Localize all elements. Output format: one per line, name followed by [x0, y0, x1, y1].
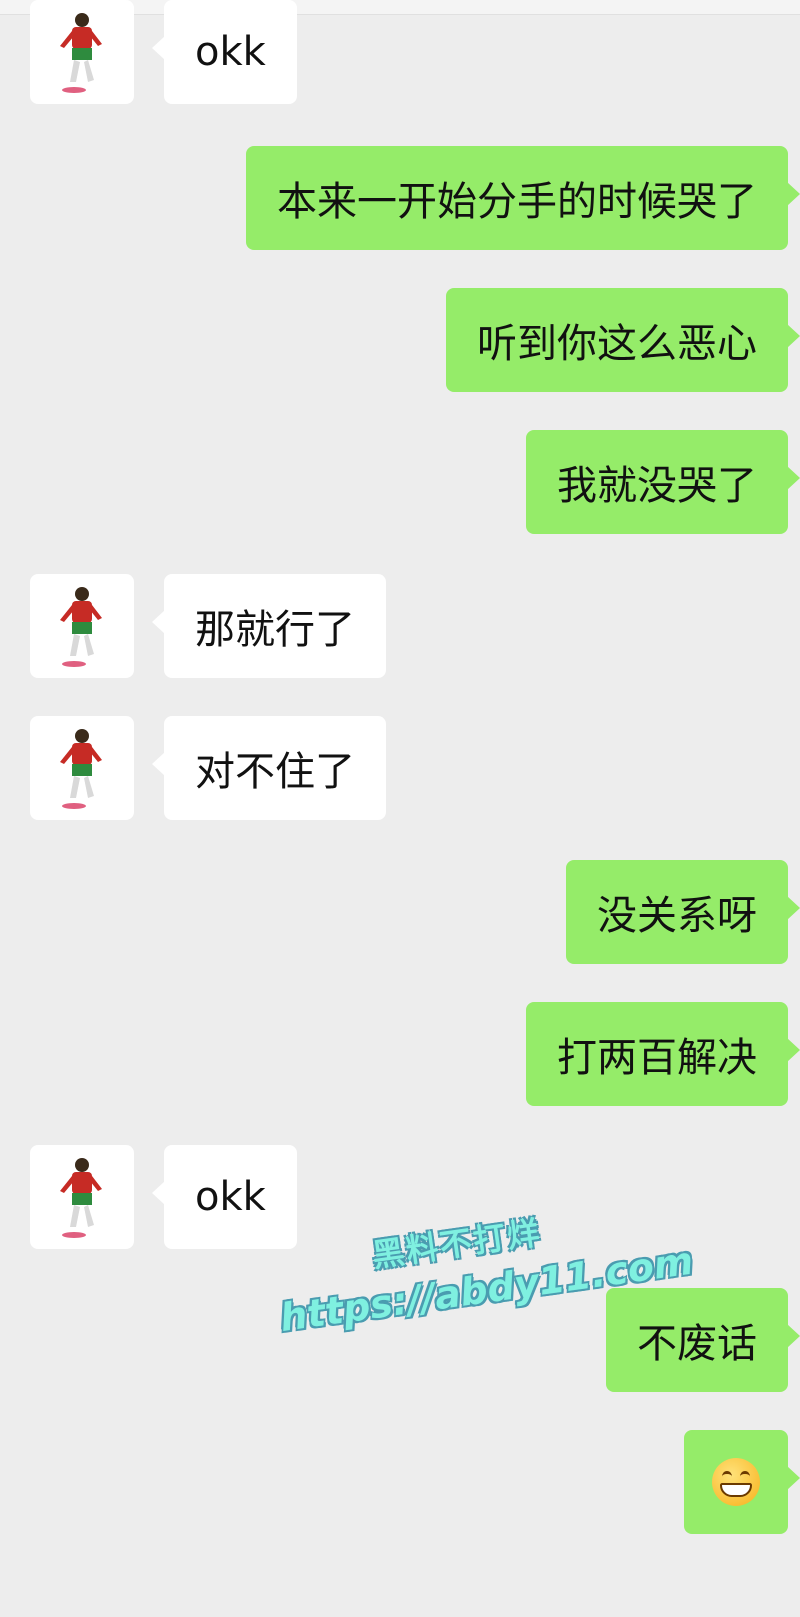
message-row: okk — [0, 0, 800, 104]
bubble-tail — [152, 610, 165, 634]
message-bubble-incoming[interactable]: okk — [152, 1145, 297, 1249]
message-row: 没关系呀 — [0, 860, 800, 964]
bubble-tail — [787, 1324, 800, 1348]
message-text: okk — [195, 29, 266, 75]
message-text: 本来一开始分手的时候哭了 — [277, 179, 757, 225]
grinning-face-icon — [712, 1458, 760, 1506]
message-text: okk — [195, 1174, 266, 1220]
message-bubble-outgoing[interactable]: 打两百解决 — [526, 1002, 800, 1106]
contact-avatar[interactable] — [30, 1145, 134, 1249]
message-row: 听到你这么恶心 — [0, 288, 800, 392]
bubble-tail — [152, 1181, 165, 1205]
bubble-tail — [152, 752, 165, 776]
message-row — [0, 1430, 800, 1534]
message-row: 不废话 — [0, 1288, 800, 1392]
message-bubble-outgoing[interactable]: 听到你这么恶心 — [446, 288, 800, 392]
soccer-player-icon — [60, 13, 102, 93]
message-bubble-incoming[interactable]: 那就行了 — [152, 574, 386, 678]
message-bubble-outgoing[interactable]: 不废话 — [606, 1288, 800, 1392]
bubble-tail — [787, 324, 800, 348]
soccer-player-icon — [60, 587, 102, 667]
message-text: 那就行了 — [195, 607, 355, 653]
bubble-tail — [787, 182, 800, 206]
message-row: 本来一开始分手的时候哭了 — [0, 146, 800, 250]
contact-avatar[interactable] — [30, 716, 134, 820]
bubble-tail — [787, 1038, 800, 1062]
message-text: 不废话 — [637, 1321, 757, 1367]
message-bubble-incoming[interactable]: 对不住了 — [152, 716, 386, 820]
contact-avatar[interactable] — [30, 574, 134, 678]
message-row: 打两百解决 — [0, 1002, 800, 1106]
message-row: 对不住了 — [0, 716, 800, 820]
message-bubble-outgoing[interactable]: 本来一开始分手的时候哭了 — [246, 146, 800, 250]
bubble-tail — [787, 466, 800, 490]
message-bubble-outgoing[interactable]: 我就没哭了 — [526, 430, 800, 534]
message-text: 听到你这么恶心 — [477, 321, 757, 367]
message-row: okk — [0, 1145, 800, 1249]
message-text: 打两百解决 — [557, 1035, 757, 1081]
message-row: 那就行了 — [0, 574, 800, 678]
soccer-player-icon — [60, 1158, 102, 1238]
message-bubble-incoming[interactable]: okk — [152, 0, 297, 104]
message-text: 对不住了 — [195, 749, 355, 795]
message-text: 没关系呀 — [597, 893, 757, 939]
bubble-tail — [787, 1466, 800, 1490]
soccer-player-icon — [60, 729, 102, 809]
message-bubble-outgoing[interactable]: 没关系呀 — [566, 860, 800, 964]
bubble-tail — [152, 36, 165, 60]
contact-avatar[interactable] — [30, 0, 134, 104]
bubble-tail — [787, 896, 800, 920]
message-row: 我就没哭了 — [0, 430, 800, 534]
message-text: 我就没哭了 — [557, 463, 757, 509]
message-bubble-outgoing[interactable] — [684, 1430, 800, 1534]
